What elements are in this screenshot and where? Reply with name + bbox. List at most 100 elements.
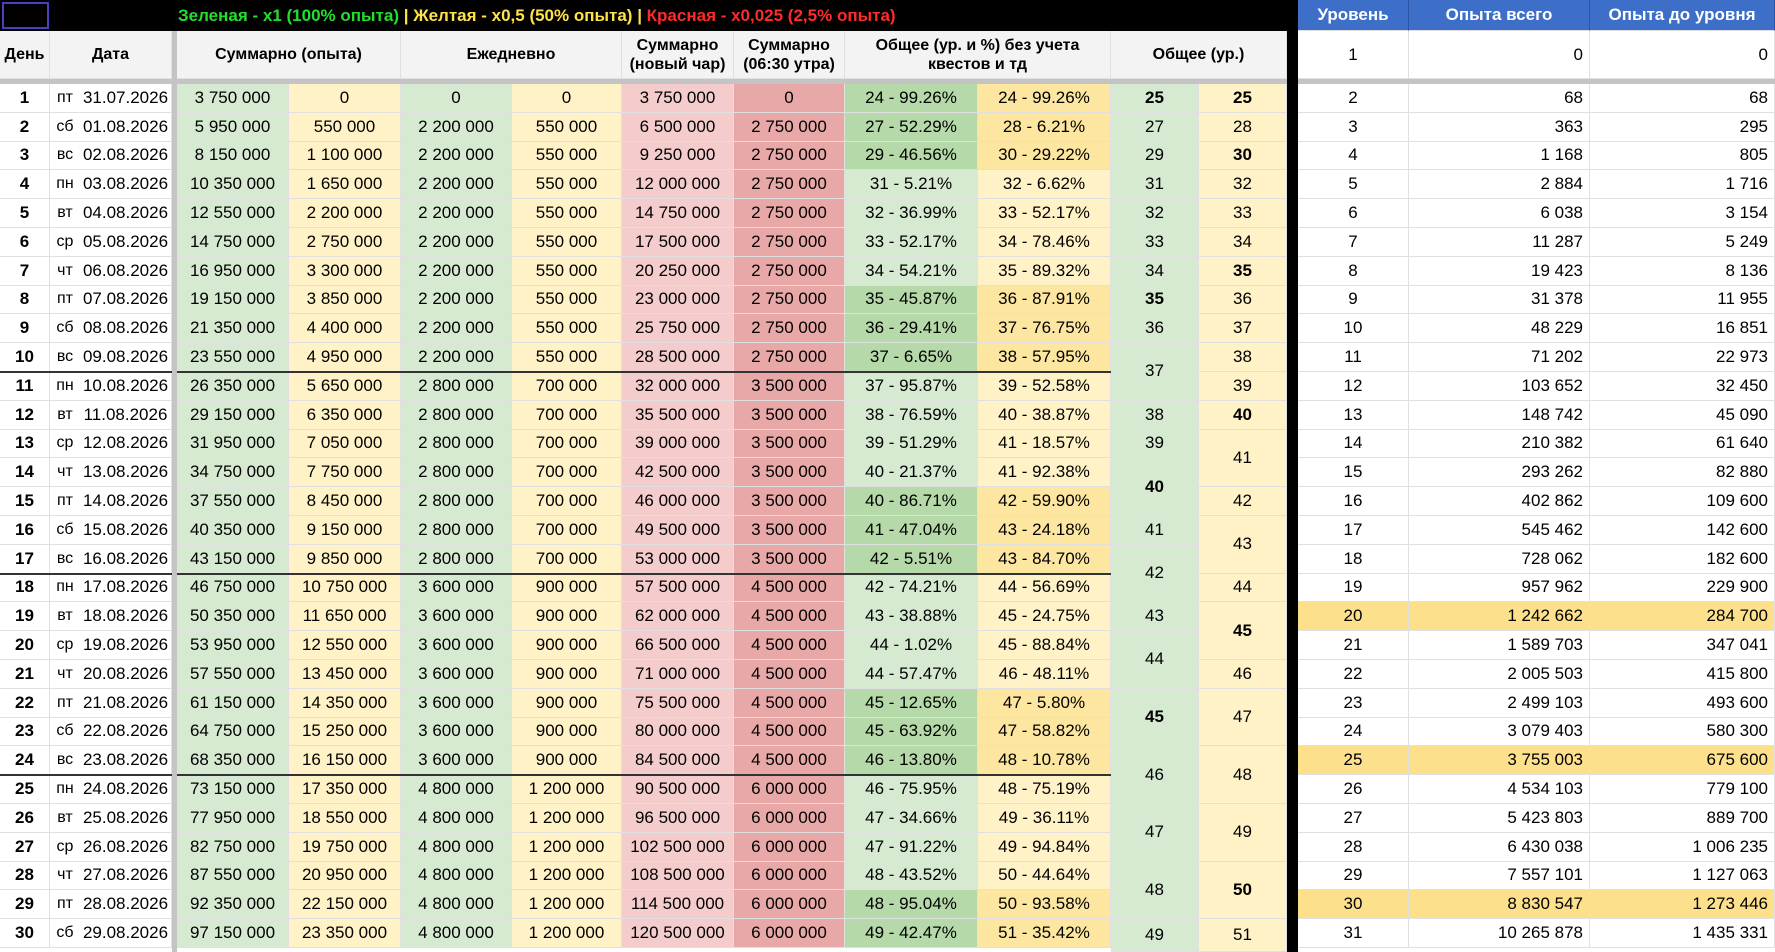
cum-new-char-cell[interactable]: 80 000 000: [622, 717, 734, 747]
overall-level-cell[interactable]: 47: [1111, 804, 1199, 862]
overall-level-cell[interactable]: 45: [1199, 602, 1287, 660]
cum-new-char-cell[interactable]: 35 500 000: [622, 400, 734, 430]
daily-green-cell[interactable]: 2 200 000: [401, 141, 512, 171]
level-cell[interactable]: 14: [1298, 429, 1409, 459]
daily-yellow-cell[interactable]: 0: [512, 84, 622, 113]
daily-yellow-cell[interactable]: 900 000: [512, 717, 622, 747]
overall-level-cell[interactable]: 41: [1199, 429, 1287, 488]
exp-to-level-cell[interactable]: 11 955: [1590, 285, 1775, 315]
level-cell[interactable]: 11: [1298, 343, 1409, 372]
overall-pct-green-cell[interactable]: 46 - 13.80%: [845, 746, 978, 776]
overall-pct-green-cell[interactable]: 44 - 57.47%: [845, 660, 978, 689]
overall-level-cell[interactable]: 34: [1199, 228, 1287, 257]
overall-pct-green-cell[interactable]: 37 - 6.65%: [845, 343, 978, 372]
overall-pct-green-cell[interactable]: 37 - 95.87%: [845, 372, 978, 401]
exp-to-level-cell[interactable]: 889 700: [1590, 804, 1775, 833]
weekday-cell[interactable]: пт: [50, 689, 80, 718]
overall-level-cell[interactable]: 36: [1199, 285, 1287, 315]
date-cell[interactable]: 05.08.2026: [80, 228, 172, 257]
day-number-cell[interactable]: 11: [0, 372, 50, 401]
overall-pct-yellow-cell[interactable]: 44 - 56.69%: [978, 573, 1111, 603]
cum-new-char-cell[interactable]: 62 000 000: [622, 602, 734, 632]
cum-yellow-cell[interactable]: 12 550 000: [289, 631, 401, 660]
exp-to-level-cell[interactable]: 82 880: [1590, 458, 1775, 488]
overall-pct-green-cell[interactable]: 38 - 76.59%: [845, 400, 978, 430]
weekday-cell[interactable]: ср: [50, 833, 80, 862]
daily-yellow-cell[interactable]: 900 000: [512, 573, 622, 603]
overall-pct-yellow-cell[interactable]: 24 - 99.26%: [978, 84, 1111, 113]
overall-level-cell[interactable]: 38: [1111, 400, 1199, 430]
weekday-cell[interactable]: чт: [50, 257, 80, 286]
overall-pct-green-cell[interactable]: 48 - 43.52%: [845, 861, 978, 891]
exp-total-cell[interactable]: 2 005 503: [1409, 660, 1590, 689]
weekday-cell[interactable]: сб: [50, 919, 80, 948]
cum-yellow-cell[interactable]: 23 350 000: [289, 919, 401, 948]
day-number-cell[interactable]: 9: [0, 314, 50, 344]
exp-total-cell[interactable]: 545 462: [1409, 516, 1590, 545]
overall-level-cell[interactable]: 32: [1199, 170, 1287, 200]
overall-level-cell[interactable]: 35: [1111, 285, 1199, 315]
level-cell[interactable]: 9: [1298, 285, 1409, 315]
cum-new-char-cell[interactable]: 84 500 000: [622, 746, 734, 776]
cum-new-char-cell[interactable]: 71 000 000: [622, 660, 734, 689]
column-header[interactable]: Общее (ур.): [1111, 31, 1287, 79]
exp-total-cell[interactable]: 48 229: [1409, 314, 1590, 344]
overall-pct-green-cell[interactable]: 36 - 29.41%: [845, 314, 978, 344]
exp-to-level-cell[interactable]: 109 600: [1590, 487, 1775, 516]
weekday-cell[interactable]: вт: [50, 401, 80, 430]
overall-pct-yellow-cell[interactable]: 37 - 76.75%: [978, 314, 1111, 344]
overall-pct-green-cell[interactable]: 31 - 5.21%: [845, 170, 978, 200]
overall-level-cell[interactable]: 38: [1199, 343, 1287, 372]
overall-level-cell[interactable]: 35: [1199, 256, 1287, 286]
overall-level-cell[interactable]: 32: [1111, 199, 1199, 228]
overall-level-cell[interactable]: 28: [1199, 112, 1287, 142]
daily-green-cell[interactable]: 3 600 000: [401, 746, 512, 776]
overall-level-cell[interactable]: 25: [1111, 84, 1199, 113]
overall-level-cell[interactable]: 39: [1199, 372, 1287, 401]
cum-morning-cell[interactable]: 2 750 000: [734, 256, 845, 286]
overall-pct-yellow-cell[interactable]: 35 - 89.32%: [978, 256, 1111, 286]
exp-total-cell[interactable]: 3 755 003: [1409, 746, 1590, 776]
overall-level-cell[interactable]: 33: [1199, 199, 1287, 228]
cum-yellow-cell[interactable]: 3 850 000: [289, 285, 401, 315]
overall-level-cell[interactable]: 41: [1111, 516, 1199, 545]
exp-to-level-cell[interactable]: 32 450: [1590, 372, 1775, 401]
daily-yellow-cell[interactable]: 1 200 000: [512, 919, 622, 948]
cum-green-cell[interactable]: 97 150 000: [177, 919, 289, 948]
exp-total-cell[interactable]: 8 830 547: [1409, 890, 1590, 920]
overall-pct-yellow-cell[interactable]: 32 - 6.62%: [978, 170, 1111, 200]
selected-cell[interactable]: [2, 2, 49, 29]
daily-green-cell[interactable]: 3 600 000: [401, 717, 512, 747]
date-cell[interactable]: 23.08.2026: [80, 746, 172, 776]
daily-green-cell[interactable]: 2 800 000: [401, 458, 512, 488]
cum-morning-cell[interactable]: 4 500 000: [734, 631, 845, 660]
level-cell[interactable]: 13: [1298, 400, 1409, 430]
day-number-cell[interactable]: 26: [0, 804, 50, 833]
weekday-cell[interactable]: сб: [50, 516, 80, 545]
daily-yellow-cell[interactable]: 700 000: [512, 372, 622, 401]
cum-yellow-cell[interactable]: 10 750 000: [289, 573, 401, 603]
date-cell[interactable]: 12.08.2026: [80, 429, 172, 459]
date-cell[interactable]: 02.08.2026: [80, 141, 172, 171]
cum-new-char-cell[interactable]: 57 500 000: [622, 573, 734, 603]
exp-total-cell[interactable]: 3 079 403: [1409, 717, 1590, 747]
cum-new-char-cell[interactable]: 96 500 000: [622, 804, 734, 833]
daily-green-cell[interactable]: 4 800 000: [401, 775, 512, 804]
level-cell[interactable]: 17: [1298, 516, 1409, 545]
date-cell[interactable]: 08.08.2026: [80, 314, 172, 344]
overall-pct-green-cell[interactable]: 47 - 34.66%: [845, 804, 978, 833]
date-cell[interactable]: 21.08.2026: [80, 688, 172, 718]
daily-green-cell[interactable]: 2 200 000: [401, 228, 512, 257]
cum-green-cell[interactable]: 23 550 000: [177, 343, 289, 372]
daily-yellow-cell[interactable]: 550 000: [512, 314, 622, 344]
overall-pct-green-cell[interactable]: 29 - 46.56%: [845, 141, 978, 171]
level-cell[interactable]: 3: [1298, 112, 1409, 142]
daily-green-cell[interactable]: 4 800 000: [401, 919, 512, 948]
overall-pct-green-cell[interactable]: 49 - 42.47%: [845, 919, 978, 948]
overall-pct-yellow-cell[interactable]: 42 - 59.90%: [978, 487, 1111, 516]
exp-total-cell[interactable]: 103 652: [1409, 372, 1590, 401]
exp-to-level-cell[interactable]: 779 100: [1590, 775, 1775, 804]
cum-yellow-cell[interactable]: 1 650 000: [289, 170, 401, 200]
overall-level-cell[interactable]: 37: [1111, 343, 1199, 401]
cum-morning-cell[interactable]: 3 500 000: [734, 458, 845, 488]
